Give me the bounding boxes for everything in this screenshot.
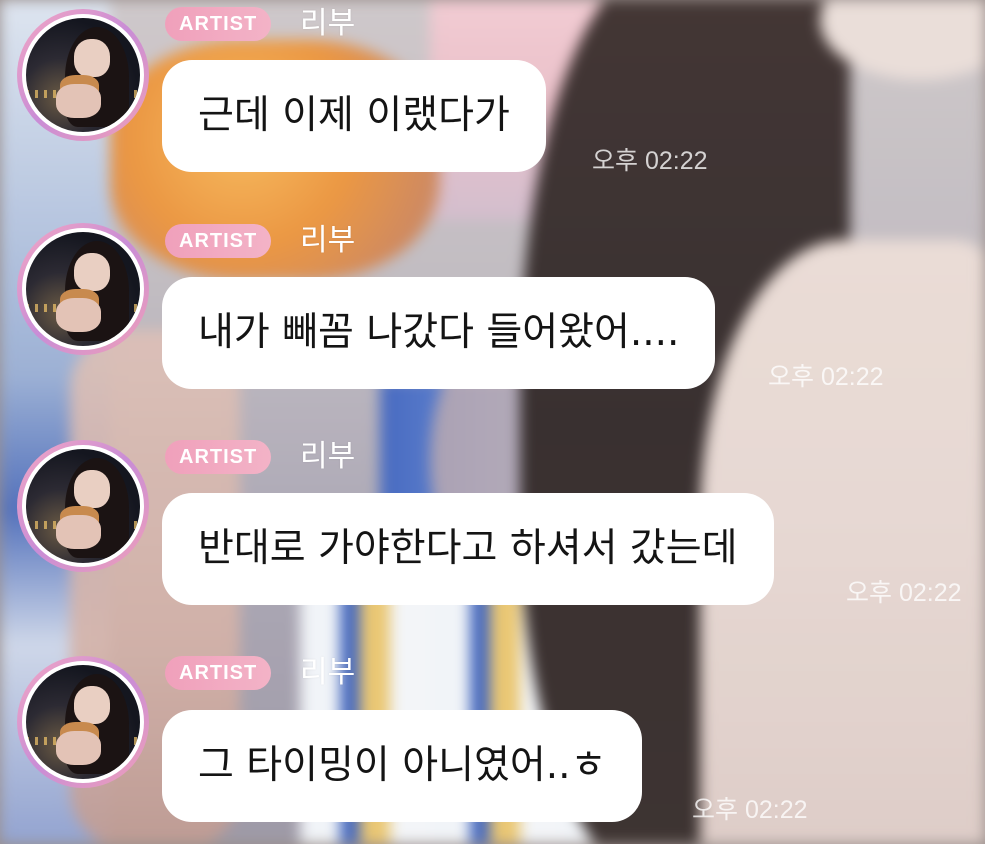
message-bubble[interactable]: 반대로 가야한다고 하셔서 갔는데 (162, 493, 774, 605)
sender-name: 리부 (300, 223, 356, 258)
avatar[interactable] (17, 223, 149, 355)
avatar-photo (22, 445, 144, 567)
avatar[interactable] (17, 656, 149, 788)
artist-badge: ARTIST (165, 656, 272, 690)
sender-name: 리부 (300, 655, 356, 690)
avatar[interactable] (17, 440, 149, 572)
sender-name: 리부 (300, 6, 356, 41)
artist-badge: ARTIST (165, 440, 272, 474)
message-time: 오후 02:22 (692, 796, 808, 824)
avatar-photo (22, 228, 144, 350)
message-time: 오후 02:22 (768, 363, 884, 391)
sender-name: 리부 (300, 439, 356, 474)
message-time: 오후 02:22 (592, 147, 708, 175)
artist-badge: ARTIST (165, 7, 272, 41)
avatar[interactable] (17, 9, 149, 141)
message-bubble[interactable]: 근데 이제 이랬다가 (162, 60, 546, 172)
avatar-photo (22, 661, 144, 783)
message-time: 오후 02:22 (846, 579, 962, 607)
artist-badge: ARTIST (165, 224, 272, 258)
message-bubble[interactable]: 내가 빼꼼 나갔다 들어왔어.... (162, 277, 716, 389)
avatar-photo (22, 14, 144, 136)
message-bubble[interactable]: 그 타이밍이 아니였어..ㅎ (162, 710, 643, 822)
